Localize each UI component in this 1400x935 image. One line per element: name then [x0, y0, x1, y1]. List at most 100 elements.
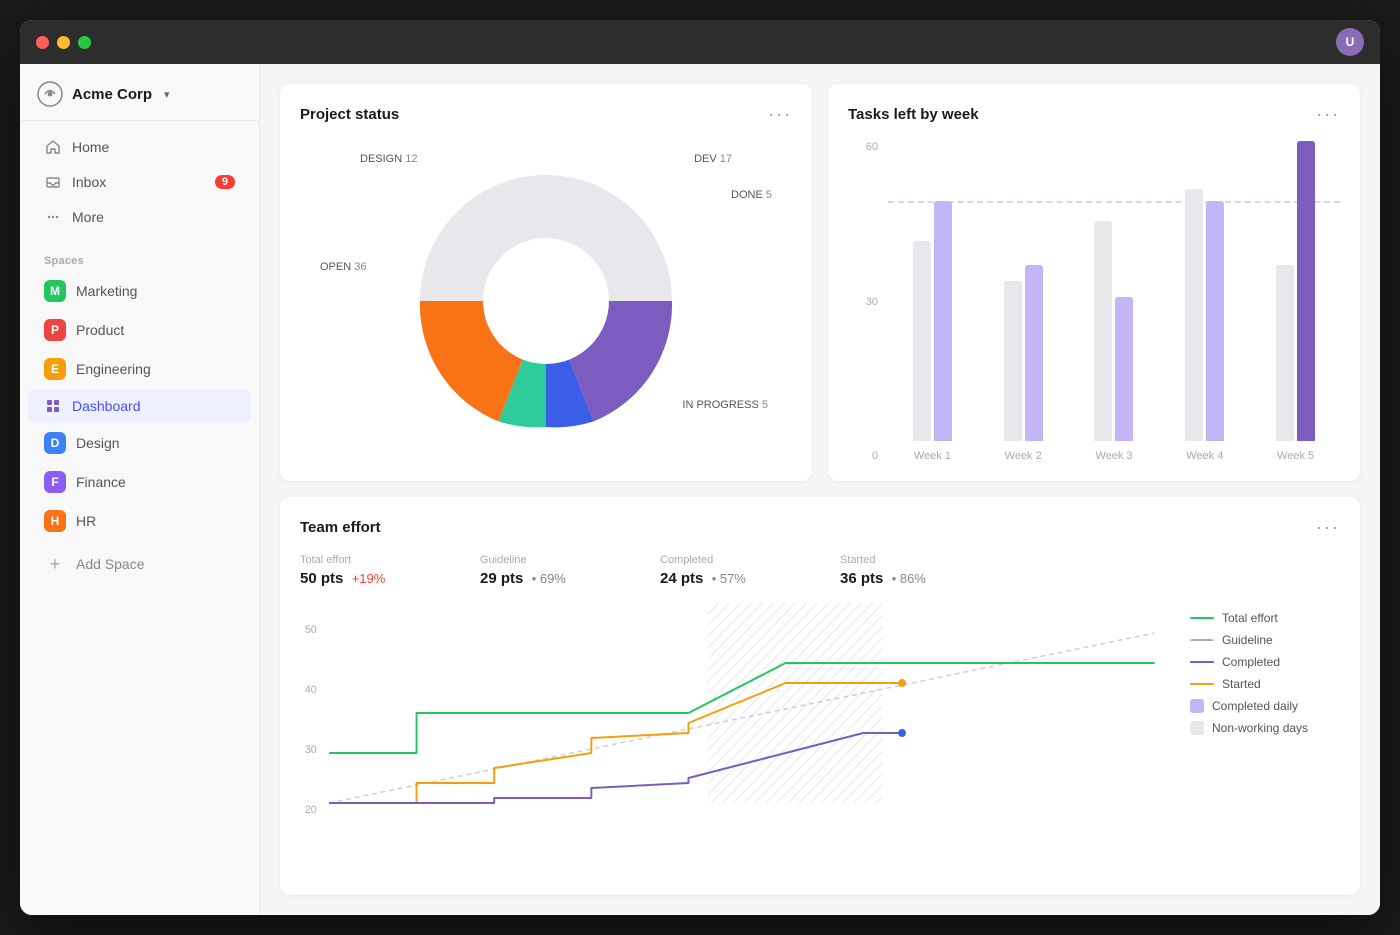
guideline-value: 29 pts • 69% — [480, 570, 640, 587]
dashboard-label: Dashboard — [72, 398, 141, 414]
started-legend-line — [1190, 683, 1214, 685]
sidebar-item-inbox[interactable]: Inbox 9 — [28, 165, 251, 199]
sidebar: Acme Corp ▾ Home — [20, 64, 260, 915]
tasks-week-header: Tasks left by week ··· — [848, 104, 1340, 125]
legend-non-working-label: Non-working days — [1212, 721, 1308, 735]
svg-text:30: 30 — [305, 744, 317, 756]
product-label: Product — [76, 322, 124, 338]
sidebar-header[interactable]: Acme Corp ▾ — [20, 64, 259, 121]
sidebar-item-dashboard[interactable]: Dashboard — [28, 389, 251, 423]
team-effort-menu[interactable]: ··· — [1316, 517, 1340, 538]
total-effort-legend-line — [1190, 617, 1214, 619]
sidebar-item-finance[interactable]: F Finance — [28, 463, 251, 501]
svg-text:40: 40 — [305, 684, 317, 696]
sidebar-item-home[interactable]: Home — [28, 130, 251, 164]
sidebar-item-more[interactable]: More — [28, 200, 251, 234]
non-working-legend-box — [1190, 721, 1204, 735]
dashboard-icon — [44, 397, 62, 415]
bars-group: Week 1 Week 2 — [888, 141, 1340, 462]
week-4-label: Week 4 — [1160, 450, 1249, 462]
pie-chart-container: DEV 17 DONE 5 IN PROGRESS 5 OPEN 36 DESI — [300, 141, 792, 461]
marketing-space-icon: M — [44, 280, 66, 302]
inbox-label: Inbox — [72, 174, 106, 190]
spaces-label: Spaces — [20, 243, 259, 271]
y-label-60: 60 — [848, 141, 884, 153]
pie-chart — [406, 161, 686, 441]
sidebar-item-hr[interactable]: H HR — [28, 502, 251, 540]
more-icon — [44, 208, 62, 226]
hr-label: HR — [76, 513, 96, 529]
tasks-week-menu[interactable]: ··· — [1316, 104, 1340, 125]
main-content: Project status ··· — [260, 64, 1380, 915]
inbox-badge: 9 — [215, 175, 235, 189]
total-effort-stat: Total effort 50 pts +19% — [300, 554, 480, 587]
guideline-legend-line — [1190, 639, 1214, 641]
week-1-bar-purple — [934, 201, 952, 441]
team-effort-card: Team effort ··· Total effort 50 pts +19%… — [280, 497, 1360, 895]
top-row: Project status ··· — [280, 84, 1360, 481]
design-space-icon: D — [44, 432, 66, 454]
week-3-bar-gray — [1094, 221, 1112, 441]
tasks-by-week-card: Tasks left by week ··· 0 30 60 — [828, 84, 1360, 481]
total-effort-value: 50 pts +19% — [300, 570, 460, 587]
chevron-down-icon: ▾ — [164, 88, 170, 101]
week-4-bar-gray — [1185, 189, 1203, 441]
sidebar-item-design[interactable]: D Design — [28, 424, 251, 462]
completed-stat: Completed 24 pts • 57% — [660, 554, 840, 587]
project-status-title: Project status — [300, 106, 399, 123]
marketing-label: Marketing — [76, 283, 137, 299]
y-label-30: 30 — [848, 296, 884, 308]
effort-svg: 50 40 30 20 — [300, 603, 1174, 823]
close-button[interactable] — [36, 36, 49, 49]
company-logo — [36, 80, 64, 108]
product-space-icon: P — [44, 319, 66, 341]
week-3-bar-purple — [1115, 297, 1133, 441]
legend-non-working: Non-working days — [1190, 721, 1340, 735]
bar-chart: 0 30 60 — [848, 141, 1340, 461]
sidebar-item-product[interactable]: P Product — [28, 311, 251, 349]
week-3-bars — [1070, 221, 1159, 441]
week-4-bar-purple — [1206, 201, 1224, 441]
project-status-menu[interactable]: ··· — [768, 104, 792, 125]
dev-label: DEV 17 — [694, 153, 732, 165]
bar-chart-area: 0 30 60 — [848, 141, 1340, 486]
project-status-header: Project status ··· — [300, 104, 792, 125]
week-1-bars — [888, 201, 977, 441]
week-2-label: Week 2 — [979, 450, 1068, 462]
maximize-button[interactable] — [78, 36, 91, 49]
completed-label: Completed — [660, 554, 820, 566]
legend-completed: Completed — [1190, 655, 1340, 669]
started-value: 36 pts • 86% — [840, 570, 1000, 587]
week-5-group: Week 5 — [1251, 141, 1340, 462]
total-effort-label: Total effort — [300, 554, 460, 566]
legend-started-label: Started — [1222, 677, 1261, 691]
in-progress-label: IN PROGRESS 5 — [682, 399, 768, 411]
titlebar: U — [20, 20, 1380, 64]
team-effort-header: Team effort ··· — [300, 517, 1340, 538]
add-space-button[interactable]: + Add Space — [28, 545, 251, 583]
week-5-bars — [1251, 141, 1340, 441]
completed-value: 24 pts • 57% — [660, 570, 820, 587]
done-label: DONE 5 — [731, 189, 772, 201]
effort-stats: Total effort 50 pts +19% Guideline 29 pt… — [300, 554, 1340, 587]
minimize-button[interactable] — [57, 36, 70, 49]
tasks-week-title: Tasks left by week — [848, 106, 979, 123]
project-status-card: Project status ··· — [280, 84, 812, 481]
sidebar-item-marketing[interactable]: M Marketing — [28, 272, 251, 310]
home-label: Home — [72, 139, 109, 155]
completed-change: • 57% — [712, 571, 746, 586]
legend-completed-label: Completed — [1222, 655, 1280, 669]
sidebar-item-engineering[interactable]: E Engineering — [28, 350, 251, 388]
team-effort-title: Team effort — [300, 519, 381, 536]
week-2-bar-purple — [1025, 265, 1043, 441]
week-2-bar-gray — [1004, 281, 1022, 441]
total-effort-change: +19% — [352, 571, 386, 586]
week-2-bars — [979, 265, 1068, 441]
week-1-bar-gray — [913, 241, 931, 441]
legend-total-effort: Total effort — [1190, 611, 1340, 625]
week-4-group: Week 4 — [1160, 189, 1249, 462]
user-avatar[interactable]: U — [1336, 28, 1364, 56]
home-icon — [44, 138, 62, 156]
week-3-label: Week 3 — [1070, 450, 1159, 462]
started-stat: Started 36 pts • 86% — [840, 554, 1020, 587]
